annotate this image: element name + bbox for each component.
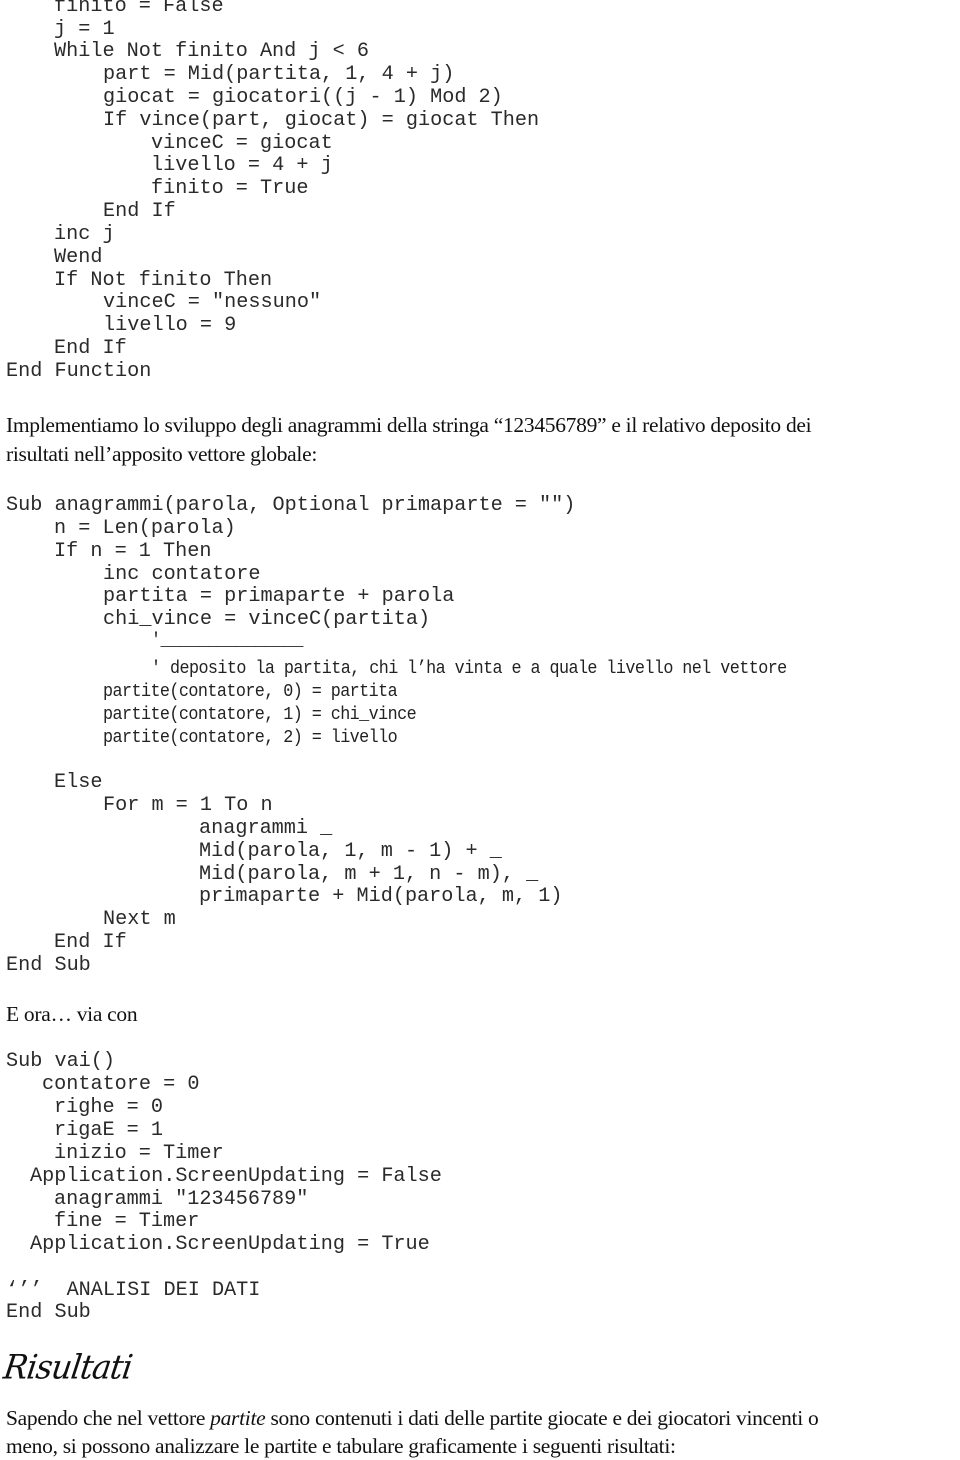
paragraph-e-ora: E ora… via con [6,1002,138,1026]
code-line: livello = 4 + j [151,154,333,177]
paragraph-line: risultati nell’apposito vettore globale: [6,442,318,466]
code-line: primaparte + Mid(parola, m, 1) [199,885,563,908]
code-line: Wend [54,246,103,269]
code-line: contatore = 0 [42,1073,200,1096]
code-line: righe = 0 [54,1096,164,1119]
code-line: giocat = giocatori((j - 1) Mod 2) [103,86,503,109]
code-comment-line: ‘’’ ANALISI DEI DATI [6,1279,261,1302]
italic-term-partite: partite [210,1406,266,1430]
code-line: If vince(part, giocat) = giocat Then [103,109,540,132]
code-line: chi_vince = vinceC(partita) [103,608,431,631]
code-line: Application.ScreenUpdating = True [30,1233,430,1256]
text-run: Sapendo che nel vettore [6,1406,211,1430]
code-line: n = Len(parola) [54,517,236,540]
code-line: partite(contatore, 1) = chi_vince [103,705,417,725]
code-line: rigaE = 1 [54,1119,164,1142]
code-line: End If [54,931,127,954]
code-line: End Function [6,360,152,383]
code-line: For m = 1 To n [103,794,273,817]
code-line: Mid(parola, 1, m - 1) + _ [199,840,502,863]
code-line: End If [103,200,176,223]
code-line: partite(contatore, 2) = livello [103,728,398,748]
code-line: inizio = Timer [54,1142,224,1165]
code-line: End Sub [6,954,91,977]
code-line: Else [54,771,103,794]
code-line: finito = True [151,177,309,200]
text-run: sono contenuti i dati delle partite gioc… [265,1406,819,1430]
code-line: vinceC = giocat [151,132,333,155]
code-comment-line: '_______________ [151,631,303,651]
code-line: If n = 1 Then [54,540,212,563]
code-line: Mid(parola, m + 1, n - m), _ [199,863,539,886]
code-comment-line: ' deposito la partita, chi l’ha vinta e … [151,659,787,679]
paragraph-line: Implementiamo lo sviluppo degli anagramm… [6,413,812,437]
code-line: vinceC = "nessuno" [103,291,322,314]
code-line: Sub vai() [6,1050,116,1073]
code-line: part = Mid(partita, 1, 4 + j) [103,63,455,86]
code-line: inc j [54,223,115,246]
paragraph-line: Sapendo che nel vettore partite sono con… [6,1404,819,1432]
code-line: anagrammi _ [199,817,333,840]
code-line: finito = False [54,0,224,18]
code-line: partite(contatore, 0) = partita [103,682,398,702]
code-line: anagrammi "123456789" [54,1188,309,1211]
code-line: If Not finito Then [54,269,273,292]
code-line: inc contatore [103,563,261,586]
section-heading-risultati: Risultati [1,1347,135,1387]
paragraph-line: meno, si possono analizzare le partite e… [6,1434,676,1458]
code-line: livello = 9 [103,314,237,337]
code-line: End If [54,337,127,360]
code-line: partita = primaparte + parola [103,585,455,608]
code-line: fine = Timer [54,1210,200,1233]
code-line: While Not finito And j < 6 [54,40,369,63]
code-line: j = 1 [54,18,115,41]
code-line: Next m [103,908,176,931]
code-line: Application.ScreenUpdating = False [30,1165,442,1188]
code-line: Sub anagrammi(parola, Optional primapart… [6,494,576,517]
code-line: End Sub [6,1301,91,1324]
